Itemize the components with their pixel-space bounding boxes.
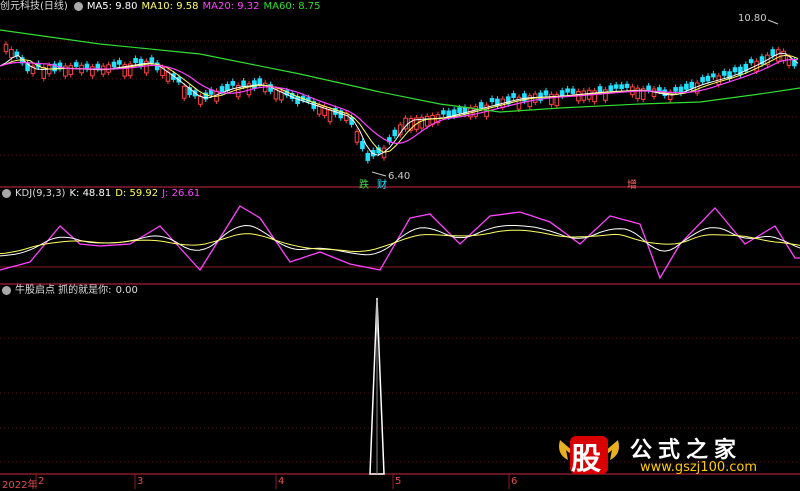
marker-fall: 跌	[359, 180, 369, 191]
watermark-logo: 股 公式之家 www.gszj100.com	[556, 430, 800, 480]
candle-body	[9, 49, 14, 59]
price-header: 创元科技(日线) MA5: 9.80 MA10: 9.58 MA20: 9.32 MA6…	[0, 0, 325, 14]
candle-body	[354, 131, 360, 143]
candle-body	[565, 88, 570, 93]
candle-body	[705, 75, 711, 82]
stock-title: 创元科技(日线)	[0, 1, 68, 12]
candle-body	[68, 65, 74, 76]
kdj-j-value: J: 26.61	[162, 188, 201, 199]
candle-body	[111, 61, 117, 68]
candle-body	[619, 84, 624, 90]
candle-body	[786, 56, 792, 66]
kdj-title: KDJ(9,3,3)	[15, 188, 66, 199]
candle-body	[711, 73, 716, 78]
candle-body	[721, 71, 727, 76]
candle-body	[149, 57, 155, 64]
axis-label-may: 5	[395, 476, 402, 487]
kdj-settings-icon[interactable]	[2, 188, 11, 198]
ma20-label: MA20: 9.32	[202, 1, 260, 12]
signal-chart	[369, 297, 385, 475]
candle-body	[597, 86, 603, 93]
candle-body	[624, 83, 630, 88]
candle-body	[559, 90, 565, 97]
candle-body	[549, 93, 554, 105]
candle-body	[543, 90, 549, 96]
candle-body	[365, 152, 371, 161]
axis-label-jun: 6	[511, 476, 518, 487]
candle-body	[457, 107, 462, 114]
candle-body	[657, 87, 662, 92]
candle-body	[117, 60, 122, 65]
candle-body	[700, 77, 705, 83]
candle-body	[635, 87, 641, 100]
candle-body	[90, 66, 95, 77]
kdj-d-value: D: 59.92	[115, 188, 159, 199]
signal-value: 0.00	[115, 285, 138, 296]
watermark-glyph: 股	[571, 442, 601, 477]
candle-body	[181, 85, 187, 99]
candle-body	[3, 43, 9, 53]
candle-body	[732, 67, 738, 73]
watermark-url: www.gszj100.com	[640, 460, 758, 475]
ma5-label: MA5: 9.80	[86, 1, 138, 12]
ma60-label: MA60: 8.75	[263, 1, 321, 12]
candle-body	[478, 102, 484, 109]
candle-body	[570, 88, 576, 94]
candle-body	[424, 115, 430, 127]
candle-body	[603, 89, 608, 101]
candle-body	[646, 85, 651, 91]
candle-body	[73, 62, 79, 67]
signal-title: 牛股启点 抓的就是你:	[15, 285, 112, 296]
ma10-label: MA10: 9.58	[141, 1, 199, 12]
candle-body	[489, 98, 495, 103]
high-pointer	[767, 19, 779, 25]
candle-body	[748, 59, 754, 64]
marker-add: 增	[627, 180, 637, 191]
candle-body	[133, 57, 138, 64]
candle-body	[392, 129, 398, 137]
candle-body	[689, 81, 695, 89]
candle-body	[46, 64, 52, 75]
candle-body	[230, 81, 236, 86]
candle-body	[241, 80, 246, 87]
candle-body	[511, 93, 516, 98]
marker-wealth: 财	[377, 180, 387, 191]
low-price-label: 6.40	[388, 171, 411, 182]
chart-canvas[interactable]	[0, 0, 800, 489]
kdj-header: KDJ(9,3,3) K: 48.81 D: 59.92 J: 26.61	[0, 187, 204, 201]
candlestick-chart	[0, 19, 800, 177]
axis-label-mar: 3	[137, 476, 144, 487]
axis-label-feb: 2	[38, 476, 45, 487]
signal-settings-icon[interactable]	[2, 285, 11, 295]
candle-body	[673, 87, 678, 92]
signal-header: 牛股启点 抓的就是你: 0.00	[0, 284, 142, 298]
candle-body	[198, 95, 203, 105]
candle-body	[770, 49, 776, 57]
candle-body	[613, 84, 619, 89]
candle-body	[95, 63, 101, 70]
candle-body	[257, 78, 263, 85]
ma60-line	[0, 29, 800, 113]
candle-body	[775, 49, 781, 62]
candle-body	[441, 110, 446, 115]
candle-body	[684, 83, 689, 90]
ma10-line	[0, 54, 799, 153]
candle-body	[608, 85, 614, 91]
high-price-label: 10.80	[738, 13, 767, 24]
kdj-d-line	[0, 229, 800, 255]
candle-body	[327, 109, 333, 123]
kdj-k-value: K: 48.81	[69, 188, 112, 199]
candle-body	[360, 141, 365, 150]
axis-label-apr: 4	[278, 476, 285, 487]
settings-icon[interactable]	[73, 1, 83, 11]
candle-body	[252, 80, 257, 89]
